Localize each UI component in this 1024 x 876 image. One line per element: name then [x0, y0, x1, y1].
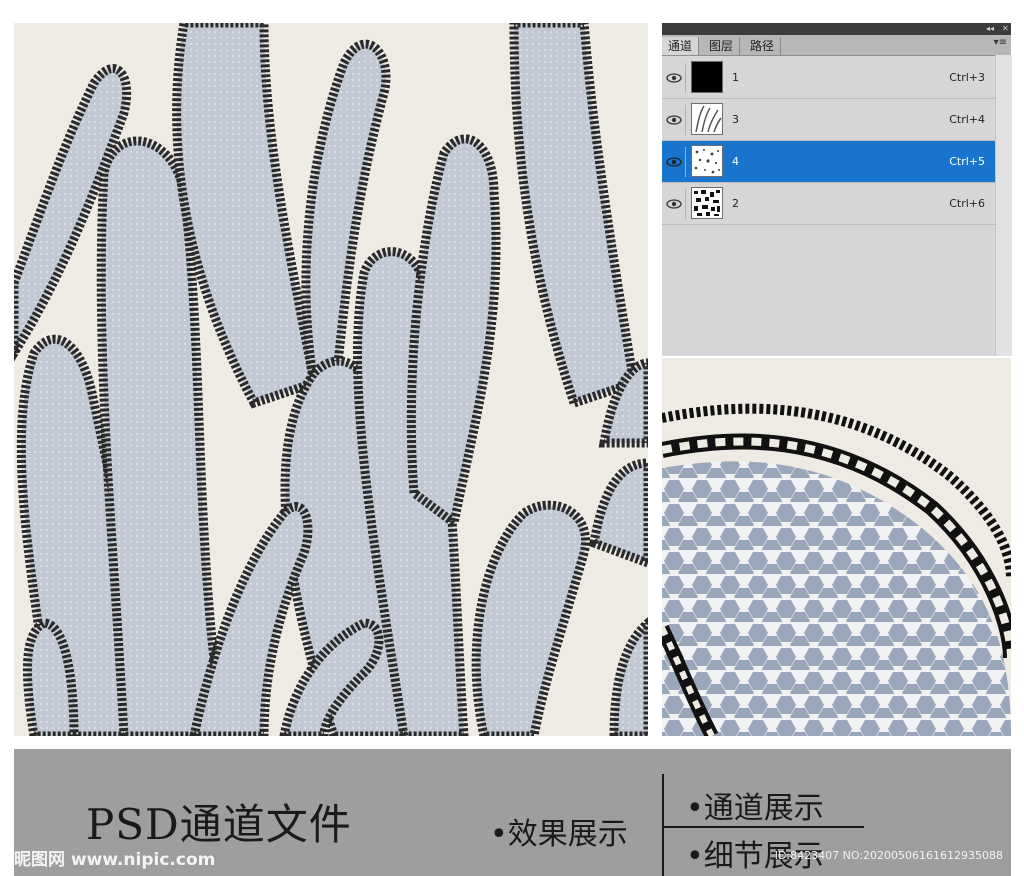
channel-name: 2: [732, 197, 739, 210]
channel-name: 3: [732, 113, 739, 126]
channel-label: •通道展示: [686, 791, 824, 826]
footer-title: PSD通道文件: [86, 800, 352, 849]
effect-label: •效果展示: [490, 817, 628, 852]
visibility-eye-icon[interactable]: [664, 189, 686, 219]
channel-row[interactable]: 2 Ctrl+6: [662, 183, 995, 225]
panel-menu-icon[interactable]: ▾≡: [994, 37, 1007, 48]
channel-shortcut: Ctrl+4: [949, 113, 985, 126]
channel-row[interactable]: 1 Ctrl+3: [662, 57, 995, 99]
footer-banner: PSD通道文件 •效果展示 •通道展示 •细节展示 昵图网 www.nipic.…: [14, 749, 1011, 876]
channel-thumbnail: [691, 145, 723, 177]
channel-shortcut: Ctrl+6: [949, 197, 985, 210]
detail-zoom-view: [662, 358, 1011, 736]
channel-shortcut: Ctrl+3: [949, 71, 985, 84]
channels-panel: ◂◂ ✕ 通道 图层 路径 ▾≡ 1 Ctrl+3 3 Ctrl+4 4 Ctr…: [662, 23, 1012, 356]
channel-thumbnail: [691, 187, 723, 219]
watermark-logo: 昵图网 www.nipic.com: [14, 850, 216, 870]
tab-layers[interactable]: 图层: [703, 37, 741, 55]
channel-row[interactable]: 3 Ctrl+4: [662, 99, 995, 141]
channel-thumbnail: [691, 61, 723, 93]
panel-tab-bar: 通道 图层 路径: [662, 35, 1011, 56]
close-icon[interactable]: ✕: [1002, 23, 1009, 35]
pattern-preview: [14, 23, 648, 736]
panel-titlebar: ◂◂ ✕: [662, 23, 1011, 35]
panel-scrollbar[interactable]: [995, 55, 1012, 356]
collapse-icon[interactable]: ◂◂: [986, 23, 994, 35]
tab-paths[interactable]: 路径: [744, 37, 782, 55]
channel-shortcut: Ctrl+5: [949, 155, 985, 168]
channel-thumbnail: [691, 103, 723, 135]
channel-row-selected[interactable]: 4 Ctrl+5: [662, 141, 995, 183]
tab-channels[interactable]: 通道: [662, 37, 700, 55]
watermark-id: ID:8423407 NO:20200506161612935088: [774, 849, 1003, 862]
channel-name: 4: [732, 155, 739, 168]
visibility-eye-icon[interactable]: [664, 105, 686, 135]
visibility-eye-icon[interactable]: [664, 147, 686, 177]
channel-name: 1: [732, 71, 739, 84]
visibility-eye-icon[interactable]: [664, 63, 686, 93]
divider: [662, 774, 664, 876]
